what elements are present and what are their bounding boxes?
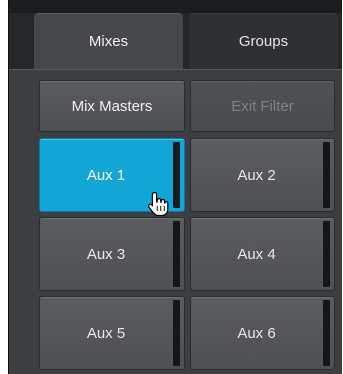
exit-filter-label: Exit Filter [231,97,294,115]
exit-filter-button[interactable]: Exit Filter [190,80,335,132]
level-meter [323,221,330,287]
aux-button-label: Aux 4 [237,245,276,263]
panel-top-strip [9,0,342,13]
aux-button-label: Aux 5 [86,324,126,342]
mix-masters-label: Mix Masters [71,97,153,115]
level-meter [173,300,180,366]
aux-5-button[interactable]: Aux 5 [39,296,185,370]
aux-button-label: Aux 6 [237,324,276,342]
aux-6-button[interactable]: Aux 6 [190,296,335,370]
level-meter [323,300,330,366]
screenshot-frame: Mixes Groups Mix Masters Exit Filter Aux… [0,0,343,374]
aux-3-button[interactable]: Aux 3 [39,217,185,291]
aux-button-label: Aux 1 [86,166,126,184]
level-meter [173,142,180,208]
level-meter [323,142,330,208]
tab-groups[interactable]: Groups [189,13,338,69]
aux-1-button[interactable]: Aux 1 [39,138,185,212]
tab-content: Mix Masters Exit Filter Aux 1 Aux 2 Aux … [9,69,342,374]
aux-4-button[interactable]: Aux 4 [190,217,335,291]
aux-button-label: Aux 3 [86,245,126,263]
level-meter [173,221,180,287]
tab-mixes[interactable]: Mixes [34,13,183,69]
aux-2-button[interactable]: Aux 2 [190,138,335,212]
mix-masters-button[interactable]: Mix Masters [39,80,185,132]
mix-selector-panel: Mixes Groups Mix Masters Exit Filter Aux… [8,0,342,374]
aux-button-label: Aux 2 [237,166,276,184]
